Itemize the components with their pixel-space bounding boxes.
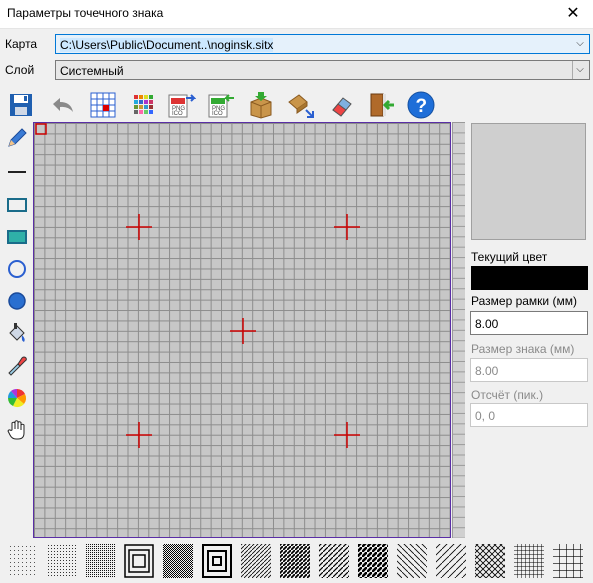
map-label: Карта [5,37,38,51]
pattern-diagonal-fine[interactable] [240,542,272,580]
offset-label: Отсчёт (пик.) [471,388,544,402]
layer-label: Слой [5,63,35,77]
pattern-dots-medium[interactable] [45,542,77,580]
pattern-dots-dense[interactable] [84,542,116,580]
rect-filled-icon[interactable] [5,225,29,249]
pattern-diamond-grid[interactable] [474,542,506,580]
ellipse-outline-icon[interactable] [5,257,29,281]
layer-value: Системный [60,64,124,78]
grid-icon[interactable] [88,90,118,120]
pattern-diagonal-medium[interactable] [318,542,350,580]
drawing-grid[interactable] [33,122,451,538]
pattern-square-grid-bold[interactable] [552,542,584,580]
sign-preview [471,123,586,240]
layer-select[interactable]: Системный ⌵ [55,60,590,80]
pattern-checker-dense[interactable] [162,542,194,580]
exit-icon[interactable] [366,90,396,120]
export-icon[interactable]: PNG ICO [166,90,196,120]
frame-size-label: Размер рамки (мм) [471,294,577,308]
sign-size-value: 8.00 [475,364,499,378]
pattern-diagonal-bold[interactable] [279,542,311,580]
chevron-down-icon[interactable]: ⌵ [573,35,587,53]
pattern-dots-sparse[interactable] [6,542,38,580]
svg-text:?: ? [416,96,428,117]
offset-field: 0, 0 [470,403,588,427]
sign-size-field: 8.00 [470,358,588,382]
frame-size-field[interactable]: 8.00 [470,311,588,335]
crosshair-marker [126,214,360,448]
origin-marker [35,123,47,135]
palette-icon[interactable] [128,90,158,120]
offset-value: 0, 0 [475,409,496,423]
pattern-diagonal-thin[interactable] [396,542,428,580]
hand-icon[interactable] [5,418,29,442]
title-bar: Параметры точечного знака ✕ [0,0,593,29]
grid-scroll-strip[interactable] [452,122,465,538]
pattern-diagonal-sparse[interactable] [435,542,467,580]
chevron-down-icon[interactable]: ⌵ [572,61,587,79]
pattern-diagonal-thick[interactable] [357,542,389,580]
close-button[interactable]: ✕ [553,0,593,28]
save-icon[interactable] [6,90,36,120]
undo-icon[interactable] [47,90,77,120]
import-icon[interactable]: PNG ICO [206,90,236,120]
scale-icon[interactable] [286,90,316,120]
pattern-square-grid[interactable] [513,542,545,580]
line-icon[interactable] [5,160,29,184]
pattern-squares-nested-2[interactable] [201,542,233,580]
eraser-icon[interactable] [327,90,357,120]
rect-outline-icon[interactable] [5,193,29,217]
svg-text:ICO: ICO [172,111,183,117]
help-icon[interactable]: ? [406,90,436,120]
pencil-icon[interactable] [5,126,29,150]
current-color-label: Текущий цвет [471,250,548,264]
color-wheel-icon[interactable] [5,386,29,410]
eyedropper-icon[interactable] [5,353,29,377]
pattern-squares-nested[interactable] [123,542,155,580]
pattern-bar [0,538,593,583]
current-color-swatch[interactable] [471,266,588,290]
map-value: C:\Users\Public\Document..\noginsk.sitx [60,38,274,52]
grid-markers [35,123,360,448]
window-title: Параметры точечного знака [7,6,164,20]
sign-size-label: Размер знака (мм) [471,342,575,356]
frame-size-value: 8.00 [475,317,499,331]
fill-icon[interactable] [5,321,29,345]
map-select[interactable]: C:\Users\Public\Document..\noginsk.sitx … [55,34,590,54]
ellipse-filled-icon[interactable] [5,289,29,313]
svg-text:ICO: ICO [212,111,223,117]
box-icon[interactable] [246,90,276,120]
